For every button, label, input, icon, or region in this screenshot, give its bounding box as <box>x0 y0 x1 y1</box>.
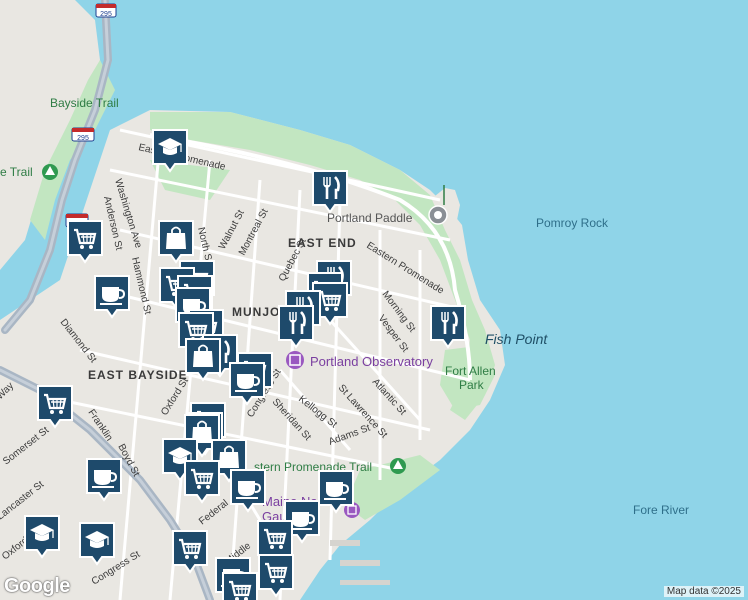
park-label-fort-allen-park: Park <box>459 378 485 392</box>
poi-marker-portland-paddle[interactable] <box>428 205 448 225</box>
park-icon <box>42 164 58 180</box>
area-label-east-bayside: EAST BAYSIDE <box>88 368 188 382</box>
pin-grocery[interactable] <box>184 460 220 503</box>
svg-text:295: 295 <box>77 135 89 142</box>
poi-marker-portland-observatory[interactable] <box>286 351 304 369</box>
highway-shield: 295 <box>71 127 95 142</box>
pin-grocery[interactable] <box>258 554 294 597</box>
water-label-fish-point: Fish Point <box>485 331 548 347</box>
pin-restaurant[interactable] <box>430 305 466 348</box>
map-attribution[interactable]: Map data ©2025 <box>663 586 744 597</box>
pin-school[interactable] <box>152 129 188 172</box>
water-label-fore-river: Fore River <box>633 503 689 517</box>
pin-cafe[interactable] <box>94 275 130 318</box>
pin-grocery[interactable] <box>222 572 258 600</box>
water-label-pomroy-rock: Pomroy Rock <box>536 216 609 230</box>
pin-grocery[interactable] <box>172 530 208 573</box>
pin-cafe[interactable] <box>318 470 354 513</box>
pin-shop[interactable] <box>185 338 221 381</box>
google-logo: Google <box>4 575 70 597</box>
pin-school[interactable] <box>79 522 115 565</box>
highway-shield: 295 <box>95 3 117 18</box>
pin-cafe[interactable] <box>86 458 122 501</box>
map-canvas[interactable]: 295 295 295 Pomroy Rock Fish Point Fore … <box>0 0 748 600</box>
park-icon <box>390 458 406 474</box>
poi-label-portland-observatory: Portland Observatory <box>310 354 433 369</box>
park-label-trail: e Trail <box>0 165 33 179</box>
park-label-fort-allen: Fort Allen <box>445 364 496 378</box>
pin-grocery[interactable] <box>67 220 103 263</box>
pin-cafe[interactable] <box>229 362 265 405</box>
pin-grocery[interactable] <box>37 385 73 428</box>
park-label-bayside-trail: Bayside Trail <box>50 96 119 110</box>
svg-text:295: 295 <box>100 11 112 18</box>
pin-school[interactable] <box>24 515 60 558</box>
park-label-eastern-promenade-trail: stern Promenade Trail <box>254 460 372 474</box>
pin-restaurant[interactable] <box>278 305 314 348</box>
pin-restaurant[interactable] <box>312 170 348 213</box>
poi-label-portland-paddle: Portland Paddle <box>327 211 413 225</box>
pin-cafe[interactable] <box>230 469 266 512</box>
pin-shop[interactable] <box>158 220 194 263</box>
